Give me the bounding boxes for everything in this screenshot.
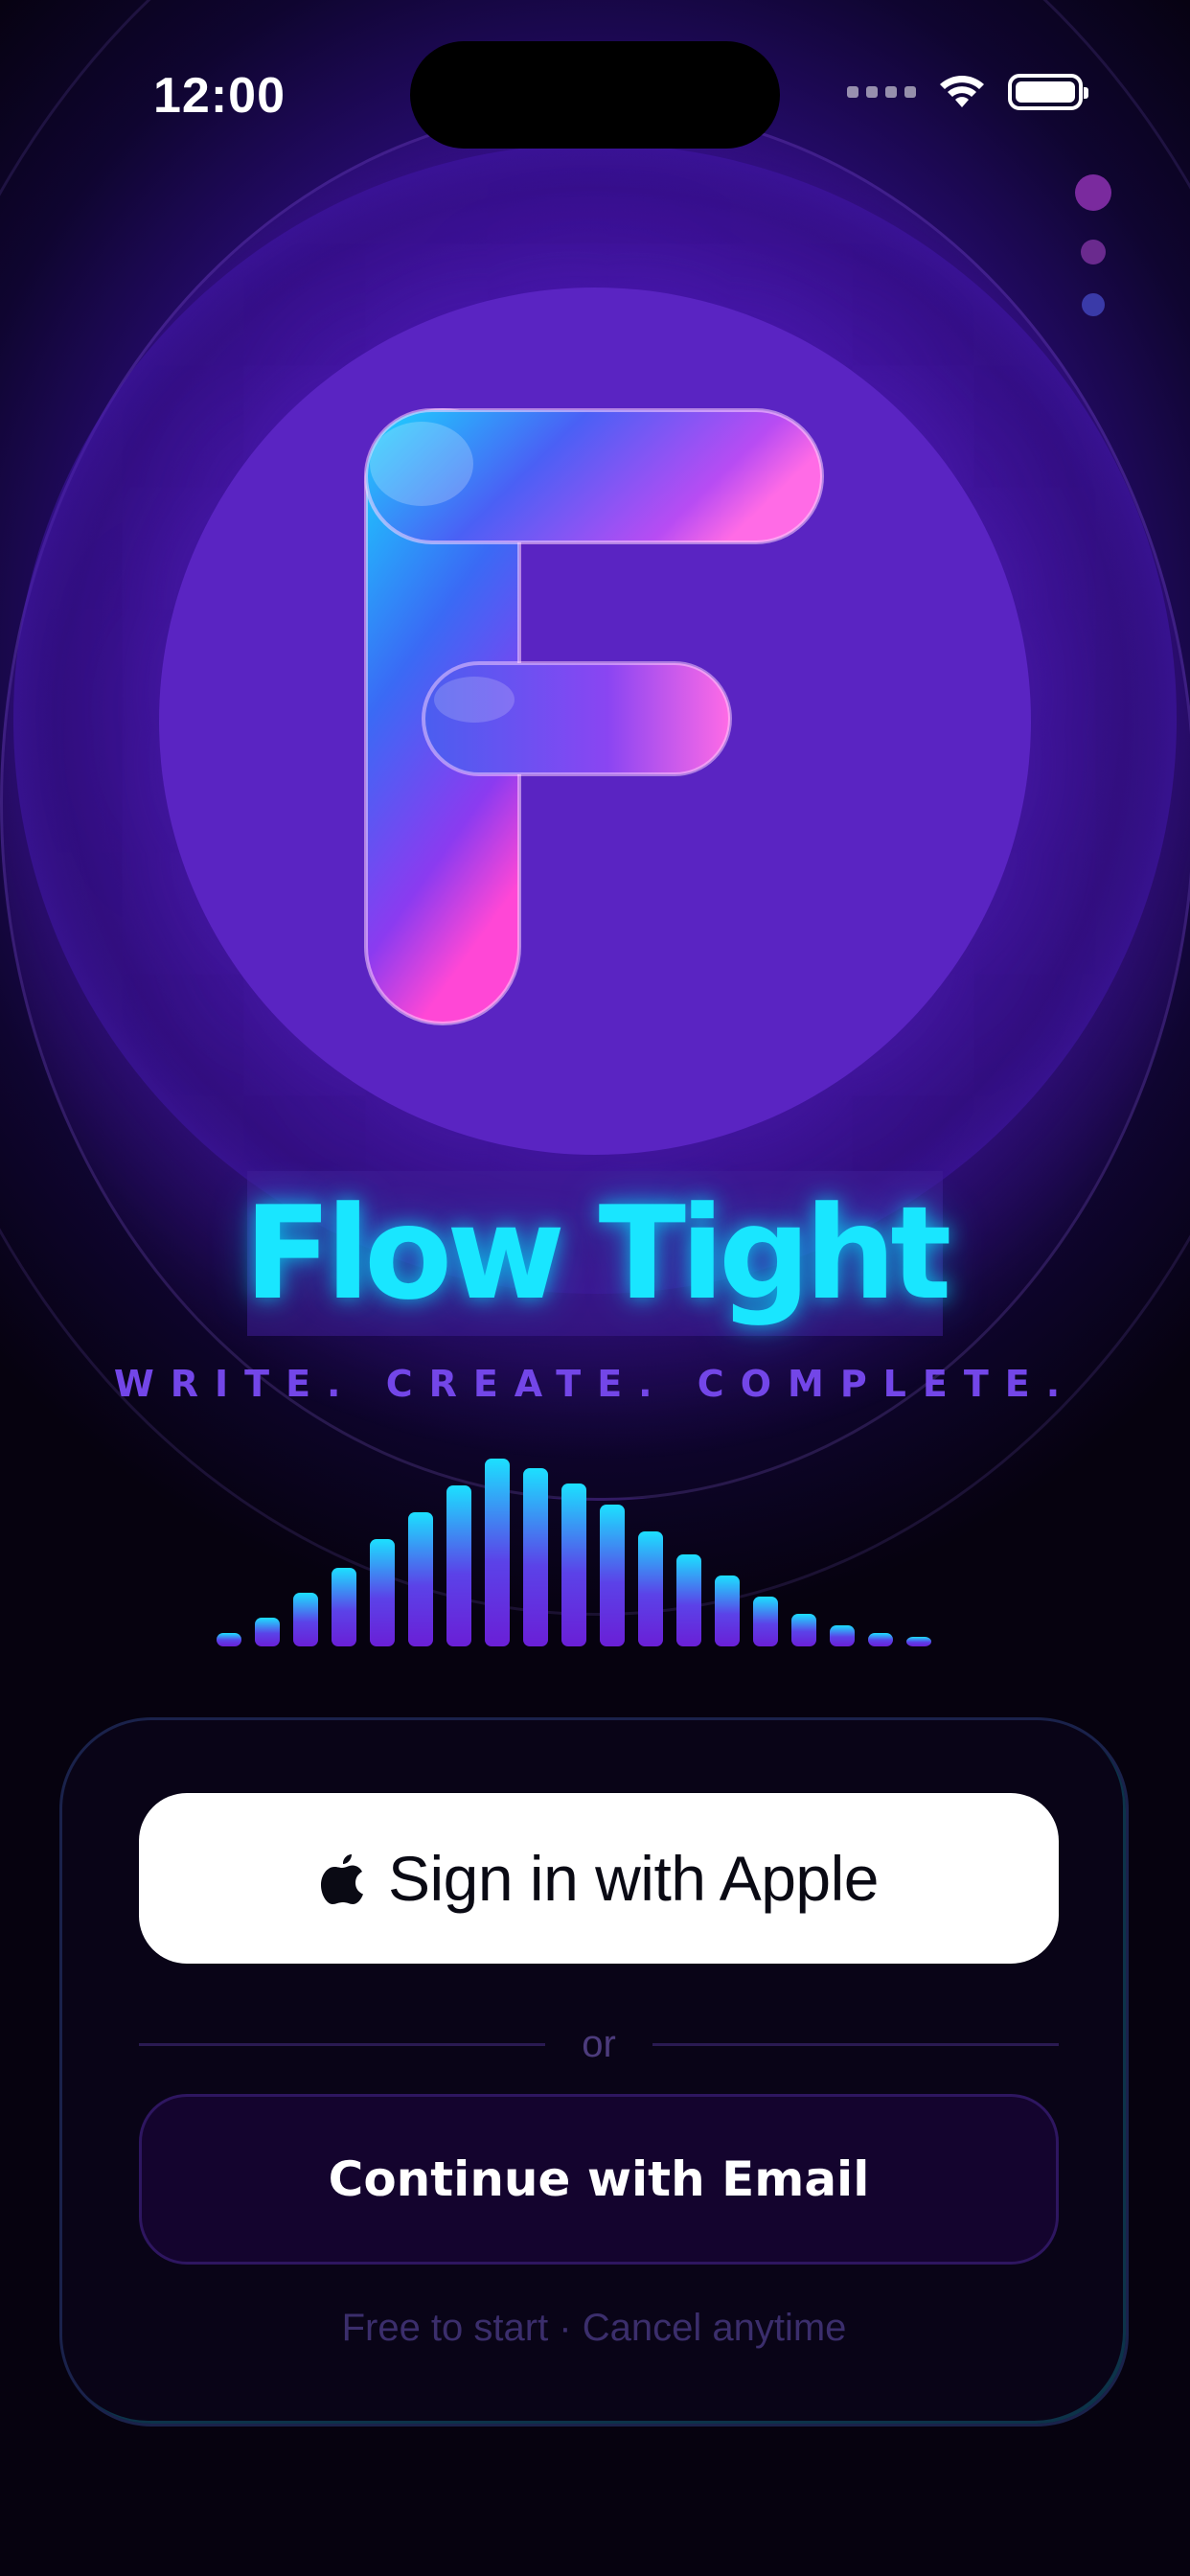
waveform-bar xyxy=(561,1484,586,1646)
waveform-bar xyxy=(868,1633,893,1646)
waveform-bar xyxy=(715,1576,740,1646)
page-dot-1[interactable] xyxy=(1075,174,1111,211)
page-dot-2[interactable] xyxy=(1081,240,1106,264)
waveform-bar xyxy=(906,1637,931,1646)
app-title: Flow Tight xyxy=(243,1179,952,1328)
waveform-bar xyxy=(753,1597,778,1646)
email-button-label: Continue with Email xyxy=(328,2151,870,2207)
app-logo-f-icon xyxy=(364,408,824,1025)
waveform-bar xyxy=(791,1614,816,1646)
waveform-bar xyxy=(255,1618,280,1646)
wifi-icon xyxy=(940,76,984,107)
waveform-bar xyxy=(638,1531,663,1646)
title-highlight: Flow Tight xyxy=(244,1171,951,1336)
pricing-footnote: Free to start · Cancel anytime xyxy=(341,2307,847,2349)
onboarding-screen: 12:00 Flow Tight WRITE. CREATE. COMPLETE… xyxy=(0,0,1190,2576)
waveform-bar xyxy=(830,1625,855,1646)
waveform-bar xyxy=(408,1512,433,1646)
waveform-bar xyxy=(600,1505,625,1646)
sign-in-with-apple-button[interactable]: Sign in with Apple xyxy=(139,1793,1059,1964)
or-divider: or xyxy=(139,2015,1060,2073)
waveform-bar xyxy=(446,1485,471,1646)
auth-card: Sign in with Apple or Continue with Emai… xyxy=(59,1717,1129,2426)
dynamic-island xyxy=(410,41,780,149)
apple-logo-icon xyxy=(320,1854,363,1904)
divider-line-right xyxy=(652,2042,1060,2046)
waveform-bar xyxy=(370,1539,395,1646)
waveform-bar xyxy=(332,1568,356,1646)
apple-button-label: Sign in with Apple xyxy=(387,1843,880,1914)
waveform-bar xyxy=(293,1593,318,1646)
status-time: 12:00 xyxy=(153,68,286,124)
cellular-signal-icon xyxy=(847,86,916,98)
waveform-bar xyxy=(676,1554,701,1646)
waveform-bar xyxy=(485,1459,510,1646)
or-text: or xyxy=(582,2022,616,2065)
audio-waveform-icon xyxy=(217,1459,931,1646)
page-dot-3[interactable] xyxy=(1082,293,1105,316)
status-indicators xyxy=(847,73,1088,111)
waveform-bar xyxy=(523,1468,548,1646)
waveform-bar xyxy=(217,1633,241,1646)
continue-with-email-button[interactable]: Continue with Email xyxy=(139,2094,1059,2265)
page-indicator xyxy=(1075,174,1111,316)
battery-icon xyxy=(1008,74,1088,110)
app-tagline: WRITE. CREATE. COMPLETE. xyxy=(113,1363,1077,1405)
divider-line-left xyxy=(139,2042,546,2046)
